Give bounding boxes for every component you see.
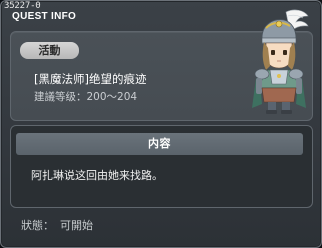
quest-name: [黑魔法师]绝望的痕迹 (34, 72, 147, 86)
status-label: 狀態： (21, 219, 54, 232)
window-title: QUEST INFO (12, 11, 77, 22)
content-header: 内容 (16, 133, 303, 155)
recommended-level: 建議等级：200～204 (34, 91, 137, 104)
content-text: 阿扎琳说这回由她来找路。 (31, 169, 163, 182)
npc-knight-portrait-icon (252, 9, 309, 114)
quest-info-window: 35227-0 QUEST INFO 活動 [黑魔法师]绝望的痕迹 建議等级：2… (0, 0, 322, 248)
level-label: 建議等级： (34, 91, 87, 103)
quest-status: 狀態： 可開始 (21, 219, 93, 233)
level-range: 200～204 (86, 91, 138, 103)
quest-type-badge: 活動 (20, 42, 79, 59)
quest-content-panel: 内容 阿扎琳说这回由她来找路。 (10, 125, 313, 208)
status-value: 可開始 (60, 219, 93, 232)
